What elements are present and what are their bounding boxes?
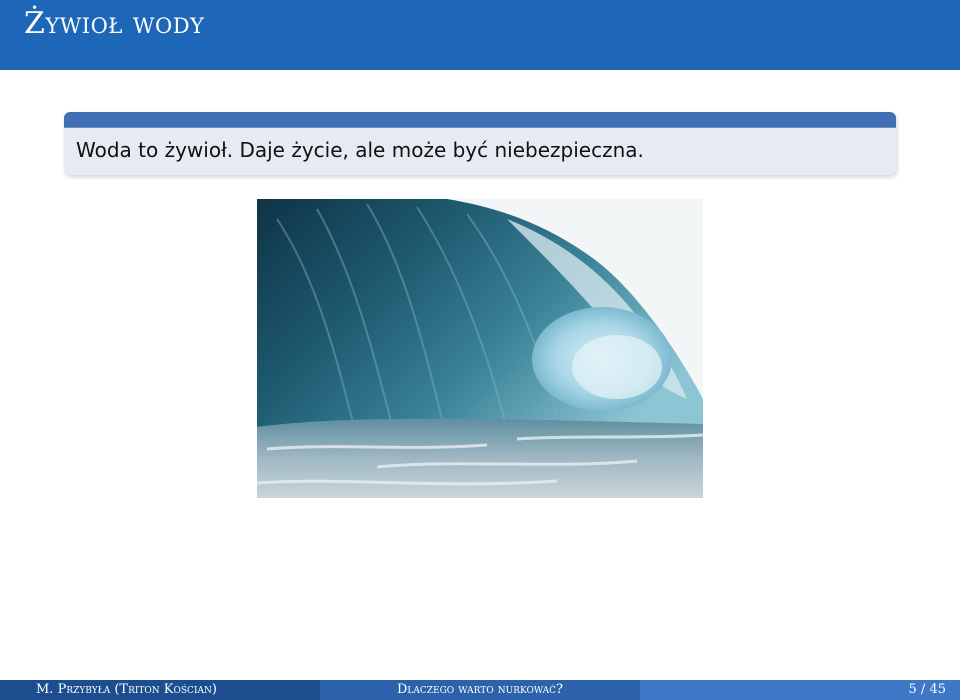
footer-presentation-title: Dlaczego warto nurkować? [320, 680, 640, 700]
footer-author: M. Przybyła (Triton Kościan) [0, 680, 320, 700]
slide-title: Żywioł wody [24, 6, 205, 41]
ocean-wave-photo [257, 199, 703, 498]
slide-title-bar: Żywioł wody [0, 0, 960, 70]
block-text: Woda to żywioł. Daje życie, ale może być… [76, 138, 644, 162]
content-block: Woda to żywioł. Daje życie, ale może być… [64, 112, 896, 175]
block-header [64, 112, 896, 128]
footer-page-number: 5 / 45 [640, 680, 960, 700]
slide-footer: M. Przybyła (Triton Kościan) Dlaczego wa… [0, 680, 960, 700]
